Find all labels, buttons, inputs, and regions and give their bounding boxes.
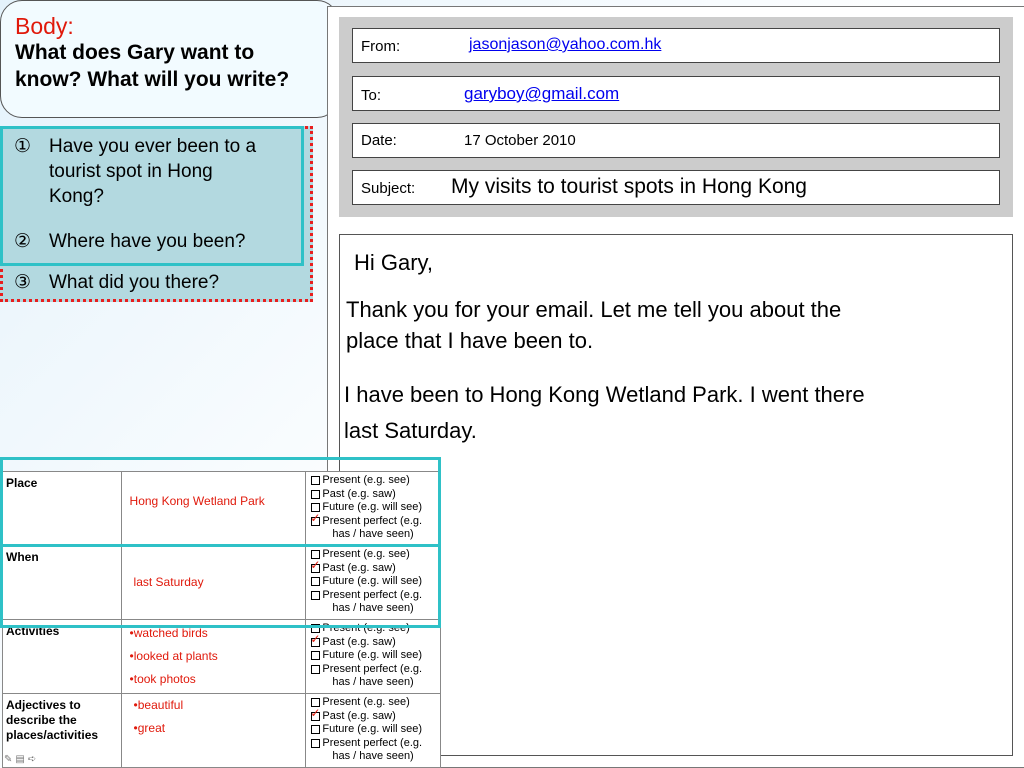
question-3-number: ③ (14, 272, 32, 293)
date-value: 17 October 2010 (464, 132, 576, 149)
tense-options: Present (e.g. see) ✓ Past (e.g. saw) Futu… (305, 693, 441, 768)
body-callout: Body: What does Gary want to know? What … (0, 0, 339, 118)
from-field[interactable]: From: jasonjason@yahoo.com.hk (352, 28, 1000, 63)
answer-activity-1: •watched birds (129, 626, 208, 640)
checkbox-icon[interactable] (311, 664, 321, 674)
pen-icon[interactable]: ✎ (4, 754, 15, 765)
callout-question-line1: What does Gary want to (15, 41, 255, 64)
date-field[interactable]: Date: 17 October 2010 (352, 123, 1000, 158)
checkbox-icon[interactable] (311, 738, 321, 748)
from-value[interactable]: jasonjason@yahoo.com.hk (469, 36, 661, 54)
subject-label: Subject: (361, 180, 416, 197)
body-greeting: Hi Gary, (354, 250, 434, 275)
answer-adjective-2: •great (133, 721, 166, 735)
callout-heading: Body: (15, 13, 74, 39)
red-check-icon: ✓ (310, 705, 321, 720)
to-field[interactable]: To: garyboy@gmail.com (352, 76, 1000, 111)
answer-adjective-1: •beautiful (133, 698, 184, 712)
arrow-right-icon[interactable]: ➪ (28, 754, 39, 765)
table-row: Activities •watched birds •looked at pla… (2, 619, 441, 694)
question-2-number: ② (14, 231, 32, 252)
body-para1-line1: Thank you for your email. Let me tell yo… (346, 297, 842, 322)
answer-activity-3: •took photos (129, 672, 196, 686)
question-3-text: What did you there? (49, 272, 220, 293)
from-label: From: (361, 38, 401, 55)
option-label: Future (e.g. will see) (322, 649, 423, 662)
option-label: Present (e.g. see) (322, 696, 410, 708)
question-1-line1: Have you ever been to a (49, 136, 257, 157)
date-label: Date: (361, 132, 397, 149)
subject-value: My visits to tourist spots in Hong Kong (451, 175, 807, 198)
question-1-line3: Kong? (49, 186, 104, 207)
question-1-line2: tourist spot in Hong (49, 161, 213, 182)
to-value[interactable]: garyboy@gmail.com (464, 84, 619, 104)
place-row-highlight (0, 457, 441, 547)
option-label-cont: has / have seen) (332, 750, 414, 763)
checkbox-icon[interactable] (311, 725, 321, 735)
subject-field[interactable]: Subject: My visits to tourist spots in H… (352, 170, 1000, 205)
body-para1-line2: place that I have been to. (346, 328, 594, 353)
callout-question-line2: know? What will you write? (15, 68, 290, 91)
body-para2-line2: last Saturday. (344, 418, 477, 443)
option-label: Present perfect (e.g. (322, 736, 423, 749)
red-check-icon: ✓ (310, 631, 321, 646)
tense-options: Present (e.g. see) ✓ Past (e.g. saw) Futu… (305, 619, 441, 694)
option-label: Future (e.g. will see) (322, 723, 423, 736)
row-answer-adjectives: •beautiful •great (120, 693, 307, 768)
row-answer-activities: •watched birds •looked at plants •took p… (120, 619, 307, 694)
body-para2-line1: I have been to Hong Kong Wetland Park. I… (344, 382, 865, 407)
table-row: Adjectives to describe the places/activi… (2, 693, 441, 768)
option-label: Present perfect (e.g. (322, 662, 423, 675)
question-2-text: Where have you been? (49, 231, 246, 252)
planning-table-wrap: Place Hong Kong Wetland Park Present (e.… (0, 457, 441, 768)
question-1-number: ① (14, 136, 32, 157)
when-row-highlight (0, 544, 441, 628)
to-label: To: (361, 87, 382, 104)
slide-nav-icons[interactable]: ✎▤➪ (4, 754, 39, 765)
menu-icon[interactable]: ▤ (15, 754, 27, 765)
option-label: Past (e.g. saw) (322, 635, 396, 648)
answer-activity-2: •looked at plants (129, 649, 218, 663)
option-label: Past (e.g. saw) (322, 709, 396, 722)
checkbox-icon[interactable] (311, 651, 321, 661)
option-label-cont: has / have seen) (332, 676, 414, 689)
row-label-activities: Activities (2, 619, 122, 694)
